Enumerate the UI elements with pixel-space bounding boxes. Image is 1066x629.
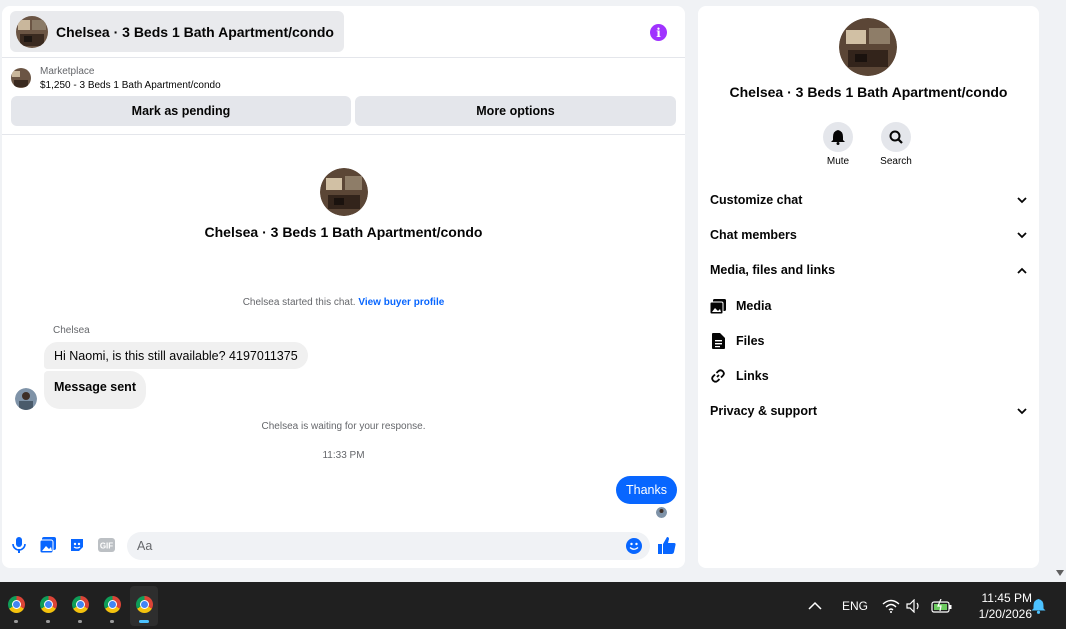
scroll-down-arrow[interactable] <box>1056 570 1064 576</box>
running-indicator <box>139 620 149 623</box>
sender-avatar <box>15 388 37 410</box>
gif-icon[interactable]: GIF <box>97 536 115 554</box>
listing-actions: Mark as pending More options <box>2 96 685 126</box>
chat-header: Chelsea · 3 Beds 1 Bath Apartment/condo … <box>2 6 685 58</box>
media-files-links-section[interactable]: Media, files and links <box>710 258 1027 282</box>
chat-members-section[interactable]: Chat members <box>710 223 1027 247</box>
chat-intro-name: Chelsea · 3 Beds 1 Bath Apartment/condo <box>204 224 483 240</box>
chat-title-button[interactable]: Chelsea · 3 Beds 1 Bath Apartment/condo <box>10 11 344 52</box>
conversation-avatar <box>839 18 897 76</box>
chat-started-notice: Chelsea started this chat. View buyer pr… <box>2 297 685 308</box>
thumbs-up-icon[interactable] <box>658 536 676 559</box>
chat-panel: Chelsea · 3 Beds 1 Bath Apartment/condo … <box>2 6 685 568</box>
message-timestamp: 11:33 PM <box>322 450 365 461</box>
running-indicator <box>46 620 50 623</box>
listing-thumbnail <box>16 15 48 48</box>
chrome-icon <box>135 596 153 613</box>
links-label: Links <box>736 369 769 383</box>
files-label: Files <box>736 334 765 348</box>
emoji-icon[interactable] <box>626 538 642 554</box>
svg-text:GIF: GIF <box>99 542 112 551</box>
chrome-icon <box>7 596 25 613</box>
links-item[interactable]: Links <box>710 364 1027 388</box>
chevron-up-icon <box>1017 263 1027 277</box>
notification-bell-icon[interactable] <box>1031 582 1046 629</box>
mute-button[interactable]: Mute <box>808 122 868 167</box>
marketplace-label: Marketplace <box>40 66 95 77</box>
photo-icon[interactable] <box>39 536 57 554</box>
search-icon <box>881 122 911 152</box>
taskbar-chrome-app[interactable] <box>34 586 62 626</box>
conversation-info-panel: Chelsea · 3 Beds 1 Bath Apartment/condo … <box>698 6 1039 568</box>
chat-started-text: Chelsea started this chat. <box>242 297 356 308</box>
chevron-up-icon <box>808 601 822 610</box>
message-bubble-incoming[interactable]: Hi Naomi, is this still available? 41970… <box>44 342 308 369</box>
search-label: Search <box>880 156 912 167</box>
clock-date: 1/20/2026 <box>978 607 1032 621</box>
customize-chat-label: Customize chat <box>710 193 803 207</box>
mute-label: Mute <box>826 156 850 167</box>
search-button[interactable]: Search <box>866 122 926 167</box>
customize-chat-section[interactable]: Customize chat <box>710 188 1027 212</box>
taskbar: ENG 11:45 PM 1/20/2026 <box>0 582 1066 629</box>
running-indicator <box>14 620 18 623</box>
chevron-down-icon <box>1017 193 1027 207</box>
wifi-icon[interactable] <box>882 582 900 629</box>
message-composer: GIF <box>2 522 685 568</box>
chrome-icon <box>39 596 57 613</box>
battery-icon[interactable] <box>931 582 953 629</box>
info-icon[interactable]: i <box>650 24 667 41</box>
show-hidden-icons[interactable] <box>808 582 822 629</box>
more-options-button[interactable]: More options <box>355 96 676 126</box>
message-input[interactable] <box>127 532 650 560</box>
taskbar-chrome-app[interactable] <box>2 586 30 626</box>
system-clock[interactable]: 11:45 PM 1/20/2026 <box>960 590 1032 622</box>
divider <box>2 134 685 135</box>
listing-mini-thumbnail <box>11 68 31 88</box>
listing-price-title: $1,250 - 3 Beds 1 Bath Apartment/condo <box>40 80 221 91</box>
chrome-icon <box>71 596 89 613</box>
media-files-links-label: Media, files and links <box>710 263 836 277</box>
sender-name: Chelsea <box>53 325 90 336</box>
marketplace-listing[interactable]: Marketplace $1,250 - 3 Beds 1 Bath Apart… <box>2 58 685 96</box>
file-icon <box>710 333 726 349</box>
chat-avatar <box>319 168 368 216</box>
microphone-icon[interactable] <box>10 536 28 554</box>
message-bubble-incoming[interactable]: Message sent <box>44 371 146 409</box>
chrome-icon <box>103 596 121 613</box>
files-item[interactable]: Files <box>710 329 1027 353</box>
view-buyer-profile-link[interactable]: View buyer profile <box>358 297 444 308</box>
language-indicator[interactable]: ENG <box>842 582 868 629</box>
media-label: Media <box>736 299 772 313</box>
clock-time: 11:45 PM <box>981 591 1032 605</box>
waiting-notice: Chelsea is waiting for your response. <box>261 421 426 432</box>
volume-icon[interactable] <box>906 582 922 629</box>
link-icon <box>710 368 726 384</box>
taskbar-chrome-app[interactable] <box>66 586 94 626</box>
message-bubble-outgoing[interactable]: Thanks <box>616 476 677 504</box>
photo-icon <box>710 298 726 314</box>
chevron-down-icon <box>1017 228 1027 242</box>
running-indicator <box>78 620 82 623</box>
chat-members-label: Chat members <box>710 228 797 242</box>
seen-avatar <box>656 507 667 518</box>
bell-icon <box>823 122 853 152</box>
mark-as-pending-button[interactable]: Mark as pending <box>11 96 351 126</box>
chat-title: Chelsea · 3 Beds 1 Bath Apartment/condo <box>56 23 334 40</box>
privacy-support-label: Privacy & support <box>710 404 817 418</box>
running-indicator <box>110 620 114 623</box>
chat-intro: Chelsea · 3 Beds 1 Bath Apartment/condo <box>2 168 685 240</box>
media-item[interactable]: Media <box>710 294 1027 318</box>
chevron-down-icon <box>1017 404 1027 418</box>
conversation-name: Chelsea · 3 Beds 1 Bath Apartment/condo <box>729 84 1008 100</box>
sticker-icon[interactable] <box>68 536 86 554</box>
taskbar-chrome-app-active[interactable] <box>130 586 158 626</box>
privacy-support-section[interactable]: Privacy & support <box>710 399 1027 423</box>
taskbar-chrome-app[interactable] <box>98 586 126 626</box>
